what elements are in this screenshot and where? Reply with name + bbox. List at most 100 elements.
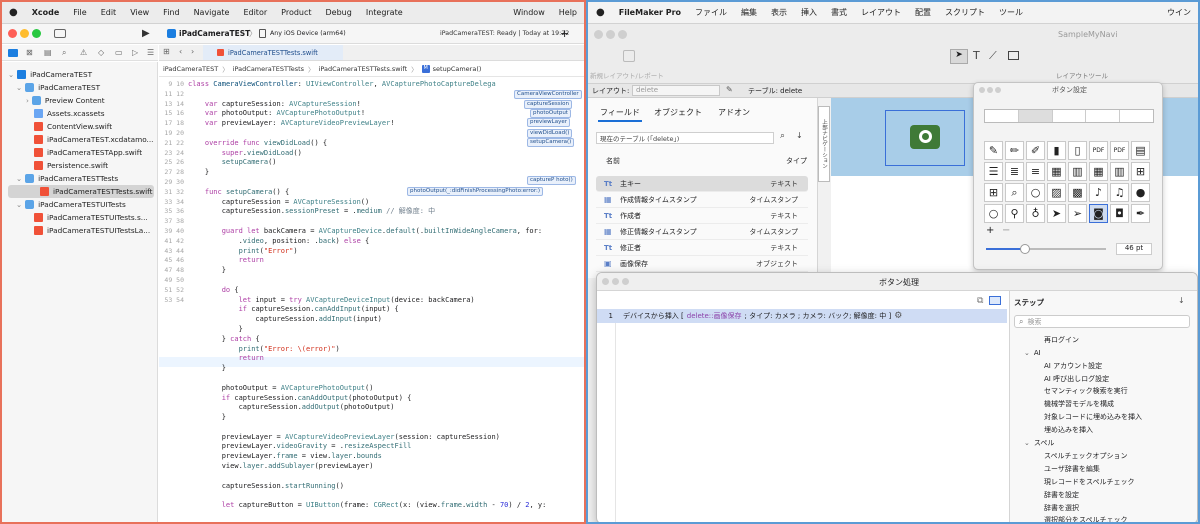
step-item[interactable]: 選択部分をスペルチェック: [1044, 515, 1128, 522]
field-row[interactable]: ▦ 作成情報タイムスタンプ タイムスタンプ: [596, 192, 808, 208]
nav-item-contentview[interactable]: ContentView.swift: [2, 120, 158, 133]
music-icon[interactable]: ♫: [1110, 183, 1129, 202]
menu-xcode[interactable]: Xcode: [32, 8, 60, 17]
menu-layouts[interactable]: レイアウト: [861, 7, 901, 18]
music-icon[interactable]: ♪: [1089, 183, 1108, 202]
step-item[interactable]: 現レコードをスペルチェック: [1044, 477, 1135, 487]
tab-tests-swift[interactable]: iPadCameraTESTTests.swift: [203, 45, 343, 60]
field-row[interactable]: Tt 作成者 テキスト: [596, 208, 808, 224]
minimap-badge[interactable]: photoOutput: [530, 109, 571, 118]
table-icon[interactable]: ▥: [1068, 162, 1087, 181]
table-icon[interactable]: ▦: [1089, 162, 1108, 181]
test-icon[interactable]: ◇: [98, 48, 104, 57]
field-row[interactable]: ▦ 修正情報タイムスタンプ タイムスタンプ: [596, 224, 808, 240]
location-arrow-icon[interactable]: ➤: [1047, 204, 1066, 223]
menu-format[interactable]: 書式: [831, 7, 847, 18]
step-item[interactable]: セマンティック検索を実行: [1044, 386, 1128, 396]
menu-integrate[interactable]: Integrate: [366, 8, 403, 17]
brush-icon[interactable]: ✎: [984, 141, 1003, 160]
list-icon[interactable]: ☰: [984, 162, 1003, 181]
menu-debug[interactable]: Debug: [326, 8, 352, 17]
style-option[interactable]: [1120, 110, 1153, 122]
nav-item-uitests-launch[interactable]: iPadCameraTESTUITestsLa...: [2, 224, 158, 237]
issue-icon[interactable]: ⚠: [80, 48, 87, 57]
step-category-ai[interactable]: ⌄ AI: [1024, 349, 1041, 357]
symbol-icon[interactable]: ▤: [44, 48, 52, 57]
menu-arrange[interactable]: 配置: [915, 7, 931, 18]
field-row[interactable]: Tt 主キー テキスト: [596, 176, 808, 192]
step-item[interactable]: スペルチェックオプション: [1044, 451, 1128, 461]
grid-icon[interactable]: ⊞: [984, 183, 1003, 202]
minimap-badge[interactable]: captureP hoto(): [527, 176, 576, 185]
menu-scripts[interactable]: スクリプト: [945, 7, 985, 18]
menu-insert[interactable]: 挿入: [801, 7, 817, 18]
close-icon[interactable]: [8, 29, 17, 38]
maximize-icon[interactable]: [32, 29, 41, 38]
microphone-icon[interactable]: ●: [1131, 183, 1150, 202]
nav-item-tests-swift[interactable]: iPadCameraTESTTests.swift: [8, 185, 154, 198]
step-item[interactable]: AI アカウント設定: [1044, 361, 1102, 371]
search-icon[interactable]: ⌕: [1005, 183, 1024, 202]
script-line[interactable]: 1 デバイスから挿入 [ delete::画像保存 ; タイプ: カメラ ; カ…: [597, 309, 1007, 323]
menu-window[interactable]: Window: [513, 8, 545, 17]
pencil-icon[interactable]: ✏: [1005, 141, 1024, 160]
minimap-badge[interactable]: CameraViewController: [514, 90, 582, 99]
minimize-icon[interactable]: [987, 87, 993, 93]
nav-item-assets[interactable]: Assets.xcassets: [2, 107, 158, 120]
panel-toggle-icon[interactable]: [989, 296, 1001, 305]
breadcrumb-item-file[interactable]: iPadCameraTESTTests.swift: [319, 65, 408, 73]
nav-item-uitests-swift[interactable]: iPadCameraTESTUITests.s...: [2, 211, 158, 224]
close-icon[interactable]: [979, 87, 985, 93]
step-item[interactable]: 辞書を選択: [1044, 503, 1079, 513]
nav-item-persistence[interactable]: Persistence.swift: [2, 159, 158, 172]
maximize-icon[interactable]: [622, 278, 629, 285]
menu-edit[interactable]: 編集: [741, 7, 757, 18]
icon-size-field[interactable]: 46 pt: [1116, 243, 1152, 255]
step-item[interactable]: ユーザ辞書を編集: [1044, 464, 1100, 474]
table-icon[interactable]: ▥: [1110, 162, 1129, 181]
back-icon[interactable]: ‹: [179, 47, 182, 56]
sort-icon[interactable]: ↓: [1178, 296, 1185, 305]
menu-tools[interactable]: ツール: [999, 7, 1023, 18]
rectangle-tool-icon[interactable]: [1008, 51, 1019, 60]
location-pin-icon[interactable]: ⚲: [1005, 204, 1024, 223]
edit-layout-icon[interactable]: ✎: [726, 85, 733, 94]
menu-help[interactable]: Help: [559, 8, 577, 17]
breadcrumb-item-group[interactable]: iPadCameraTESTTests: [233, 65, 304, 73]
step-category-spell[interactable]: ⌄ スペル: [1024, 438, 1054, 448]
add-icon[interactable]: +: [560, 27, 569, 40]
step-item[interactable]: 再ログイン: [1044, 335, 1079, 345]
report-icon[interactable]: ☰: [147, 48, 154, 57]
camera-button[interactable]: [885, 110, 965, 166]
list-icon[interactable]: ≣: [1005, 162, 1024, 181]
sidebar-toggle-icon[interactable]: [54, 29, 66, 38]
location-arrow-icon[interactable]: ➢: [1068, 204, 1087, 223]
device-selector[interactable]: Any iOS Device (arm64): [270, 30, 346, 37]
remove-icon[interactable]: −: [1002, 225, 1010, 236]
new-layout-icon[interactable]: [623, 50, 635, 62]
minimize-icon[interactable]: [606, 30, 615, 39]
breadcrumb-item-symbol[interactable]: setupCamera(): [433, 65, 482, 73]
menu-product[interactable]: Product: [281, 8, 311, 17]
tab-objects[interactable]: オブジェクト: [654, 107, 702, 118]
steps-search[interactable]: ⌕ 検索: [1014, 315, 1190, 328]
close-icon[interactable]: [594, 30, 603, 39]
menu-editor[interactable]: Editor: [243, 8, 267, 17]
maximize-icon[interactable]: [618, 30, 627, 39]
slider-knob[interactable]: [1020, 244, 1030, 254]
side-tab[interactable]: 上部ナビゲーション: [818, 106, 830, 182]
menu-view[interactable]: 表示: [771, 7, 787, 18]
step-item[interactable]: 辞書を設定: [1044, 490, 1079, 500]
pointer-tool-icon[interactable]: ➤: [950, 49, 968, 64]
menu-navigate[interactable]: Navigate: [194, 8, 230, 17]
step-item[interactable]: AI 呼び出しログ設定: [1044, 374, 1109, 384]
nav-item-preview-content[interactable]: › Preview Content: [2, 94, 158, 107]
nav-item-tests-group[interactable]: ⌄ iPadCameraTESTTests: [2, 172, 158, 185]
apple-icon[interactable]: ●: [9, 7, 18, 18]
debug-icon[interactable]: ▭: [115, 48, 123, 57]
document-icon[interactable]: ▮: [1047, 141, 1066, 160]
forward-icon[interactable]: ›: [191, 47, 194, 56]
tab-fields[interactable]: フィールド: [600, 107, 640, 118]
menu-filemaker[interactable]: FileMaker Pro: [619, 8, 681, 17]
icon-size-slider[interactable]: [986, 244, 1106, 254]
